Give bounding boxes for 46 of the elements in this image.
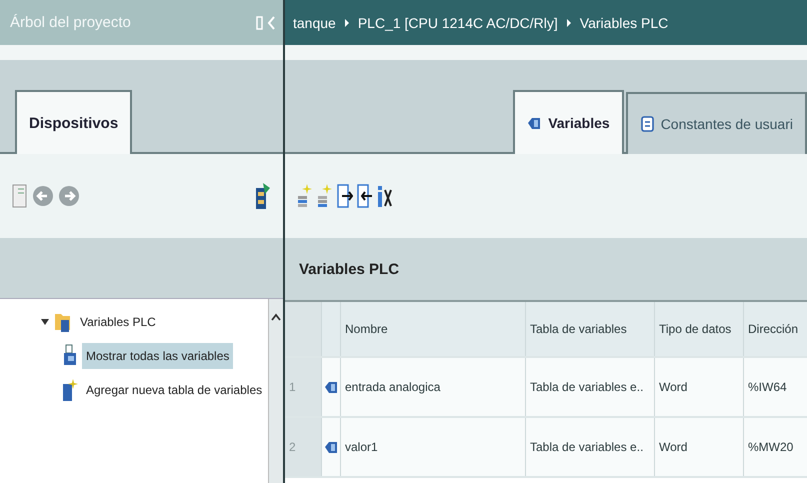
tag-icon: [324, 439, 339, 455]
breadcrumb-item[interactable]: tanque: [293, 14, 336, 30]
breadcrumb-item[interactable]: PLC_1 [CPU 1214C AC/DC/Rly]: [358, 14, 558, 30]
editor-tab[interactable]: Constantes de usuari: [626, 92, 807, 154]
panel-title: Árbol del proyecto: [10, 14, 131, 31]
scrollbar[interactable]: [268, 299, 283, 483]
column-header[interactable]: Tabla de variables: [526, 302, 655, 356]
import-icon[interactable]: [357, 184, 373, 208]
table-cell: Tabla de variables e..: [526, 358, 655, 416]
add-table-icon: [62, 378, 78, 402]
table-cell-text: %IW64: [747, 379, 788, 396]
row-number: 1: [285, 358, 322, 416]
folder-icon: [54, 311, 72, 333]
column-header[interactable]: Nombre: [341, 302, 526, 356]
editor-tab[interactable]: Variables: [513, 90, 624, 154]
table-cell: entrada analogica: [341, 358, 526, 416]
export-icon[interactable]: [337, 184, 353, 208]
scroll-up-icon[interactable]: [271, 313, 281, 321]
back-icon[interactable]: [32, 183, 54, 209]
tree-item[interactable]: Variables PLC: [76, 309, 160, 335]
table-cell: Tabla de variables e..: [526, 418, 655, 476]
column-header[interactable]: Dirección: [744, 302, 807, 356]
chevron-right-icon: [344, 18, 350, 28]
breadcrumb-item[interactable]: Variables PLC: [580, 14, 668, 30]
tag-icon: [527, 115, 542, 131]
expand-arrow-icon[interactable]: [40, 317, 50, 327]
device-icon[interactable]: [255, 182, 271, 210]
add-row-icon[interactable]: [297, 184, 313, 208]
table-cell: Word: [655, 358, 744, 416]
column-header[interactable]: Tipo de datos: [655, 302, 744, 356]
tag-icon: [324, 379, 339, 395]
tools-icon[interactable]: [377, 184, 393, 208]
insert-row-icon[interactable]: [317, 184, 333, 208]
chevron-right-icon: [566, 18, 572, 28]
panel-tab[interactable]: Dispositivos: [15, 90, 132, 154]
table-cell: valor1: [341, 418, 526, 476]
list-icon: [640, 116, 655, 132]
row-number: 2: [285, 418, 322, 476]
tree-item[interactable]: Mostrar todas las variables: [82, 343, 234, 369]
document-icon[interactable]: [12, 183, 28, 209]
table-cell-text: %MW20: [747, 439, 794, 456]
section-title: Variables PLC: [299, 260, 400, 278]
table-cell: Word: [655, 418, 744, 476]
forward-icon[interactable]: [58, 183, 80, 209]
table-icon: [62, 344, 78, 368]
tree-item[interactable]: Agregar nueva tabla de variables: [82, 377, 266, 403]
